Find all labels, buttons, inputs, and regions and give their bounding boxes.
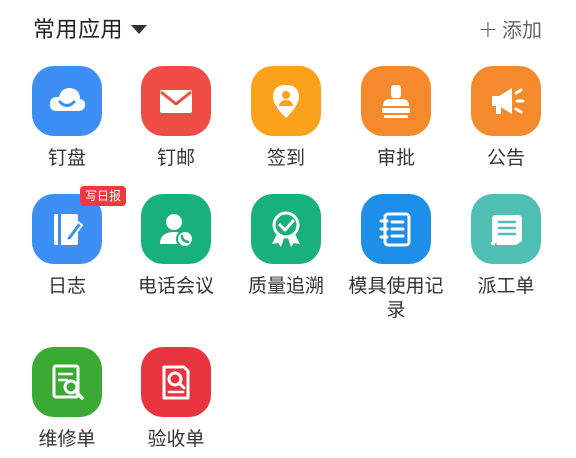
app-tile	[251, 194, 321, 264]
app-item-dispatch-order[interactable]: 派工单	[451, 194, 561, 298]
section-title-dropdown[interactable]: 常用应用	[33, 12, 148, 44]
app-tile	[32, 66, 102, 136]
caret-down-icon	[131, 24, 148, 34]
app-tile	[361, 66, 431, 136]
app-tile	[361, 194, 431, 264]
app-item-dingpan[interactable]: 钉盘	[12, 66, 122, 170]
app-label: 模具使用记录	[348, 275, 444, 321]
app-item-repair-order[interactable]: 维修单	[12, 347, 122, 451]
app-label: 质量追溯	[247, 275, 324, 297]
write-daily-report-badge: 写日报	[79, 186, 126, 206]
megaphone-icon	[492, 88, 525, 114]
cloud-smile-icon	[49, 88, 86, 111]
repair-form-icon	[52, 364, 84, 400]
app-label: 钉盘	[47, 147, 86, 169]
app-tile	[251, 66, 321, 136]
add-label: 添加	[502, 18, 542, 42]
app-item-conference-call[interactable]: 电话会议	[121, 194, 231, 298]
stamp-icon	[382, 85, 410, 118]
app-item-announcement[interactable]: 公告	[451, 66, 561, 170]
app-tile	[471, 66, 541, 136]
app-item-quality-trace[interactable]: 质量追溯	[231, 194, 341, 298]
notebook-pencil-icon	[54, 214, 83, 245]
app-item-dingmail[interactable]: 钉邮	[121, 66, 231, 170]
app-item-mold-usage-record[interactable]: 模具使用记录	[341, 194, 451, 322]
app-label: 签到	[266, 147, 305, 169]
location-pin-icon	[273, 85, 299, 118]
app-label: 验收单	[147, 428, 205, 450]
person-phone-icon	[160, 214, 194, 248]
app-label: 审批	[376, 147, 415, 169]
app-label: 钉邮	[156, 147, 195, 169]
app-tile	[141, 66, 211, 136]
app-tile	[141, 347, 211, 417]
quality-ribbon-icon	[272, 211, 300, 247]
app-label: 维修单	[38, 428, 96, 450]
app-tile	[141, 194, 211, 264]
app-item-acceptance-order[interactable]: 验收单	[121, 347, 231, 451]
app-label: 电话会议	[137, 275, 214, 297]
app-item-checkin[interactable]: 签到	[231, 66, 341, 170]
section-title: 常用应用	[33, 18, 124, 43]
scroll-icon	[489, 215, 522, 247]
app-tile: 写日报	[32, 186, 126, 264]
add-button[interactable]: + 添加	[478, 14, 542, 43]
app-item-log[interactable]: 写日报 日志	[12, 186, 126, 298]
plus-icon: +	[477, 14, 498, 43]
section-header: 常用应用 + 添加	[0, 0, 576, 56]
app-label: 派工单	[477, 275, 535, 297]
inspection-form-icon	[162, 365, 190, 400]
app-tile	[471, 194, 541, 264]
app-label: 公告	[486, 147, 525, 169]
app-item-approval[interactable]: 审批	[341, 66, 451, 170]
document-list-icon	[379, 212, 411, 247]
app-label: 日志	[47, 275, 86, 297]
envelope-icon	[160, 90, 192, 113]
app-tile	[32, 347, 102, 417]
